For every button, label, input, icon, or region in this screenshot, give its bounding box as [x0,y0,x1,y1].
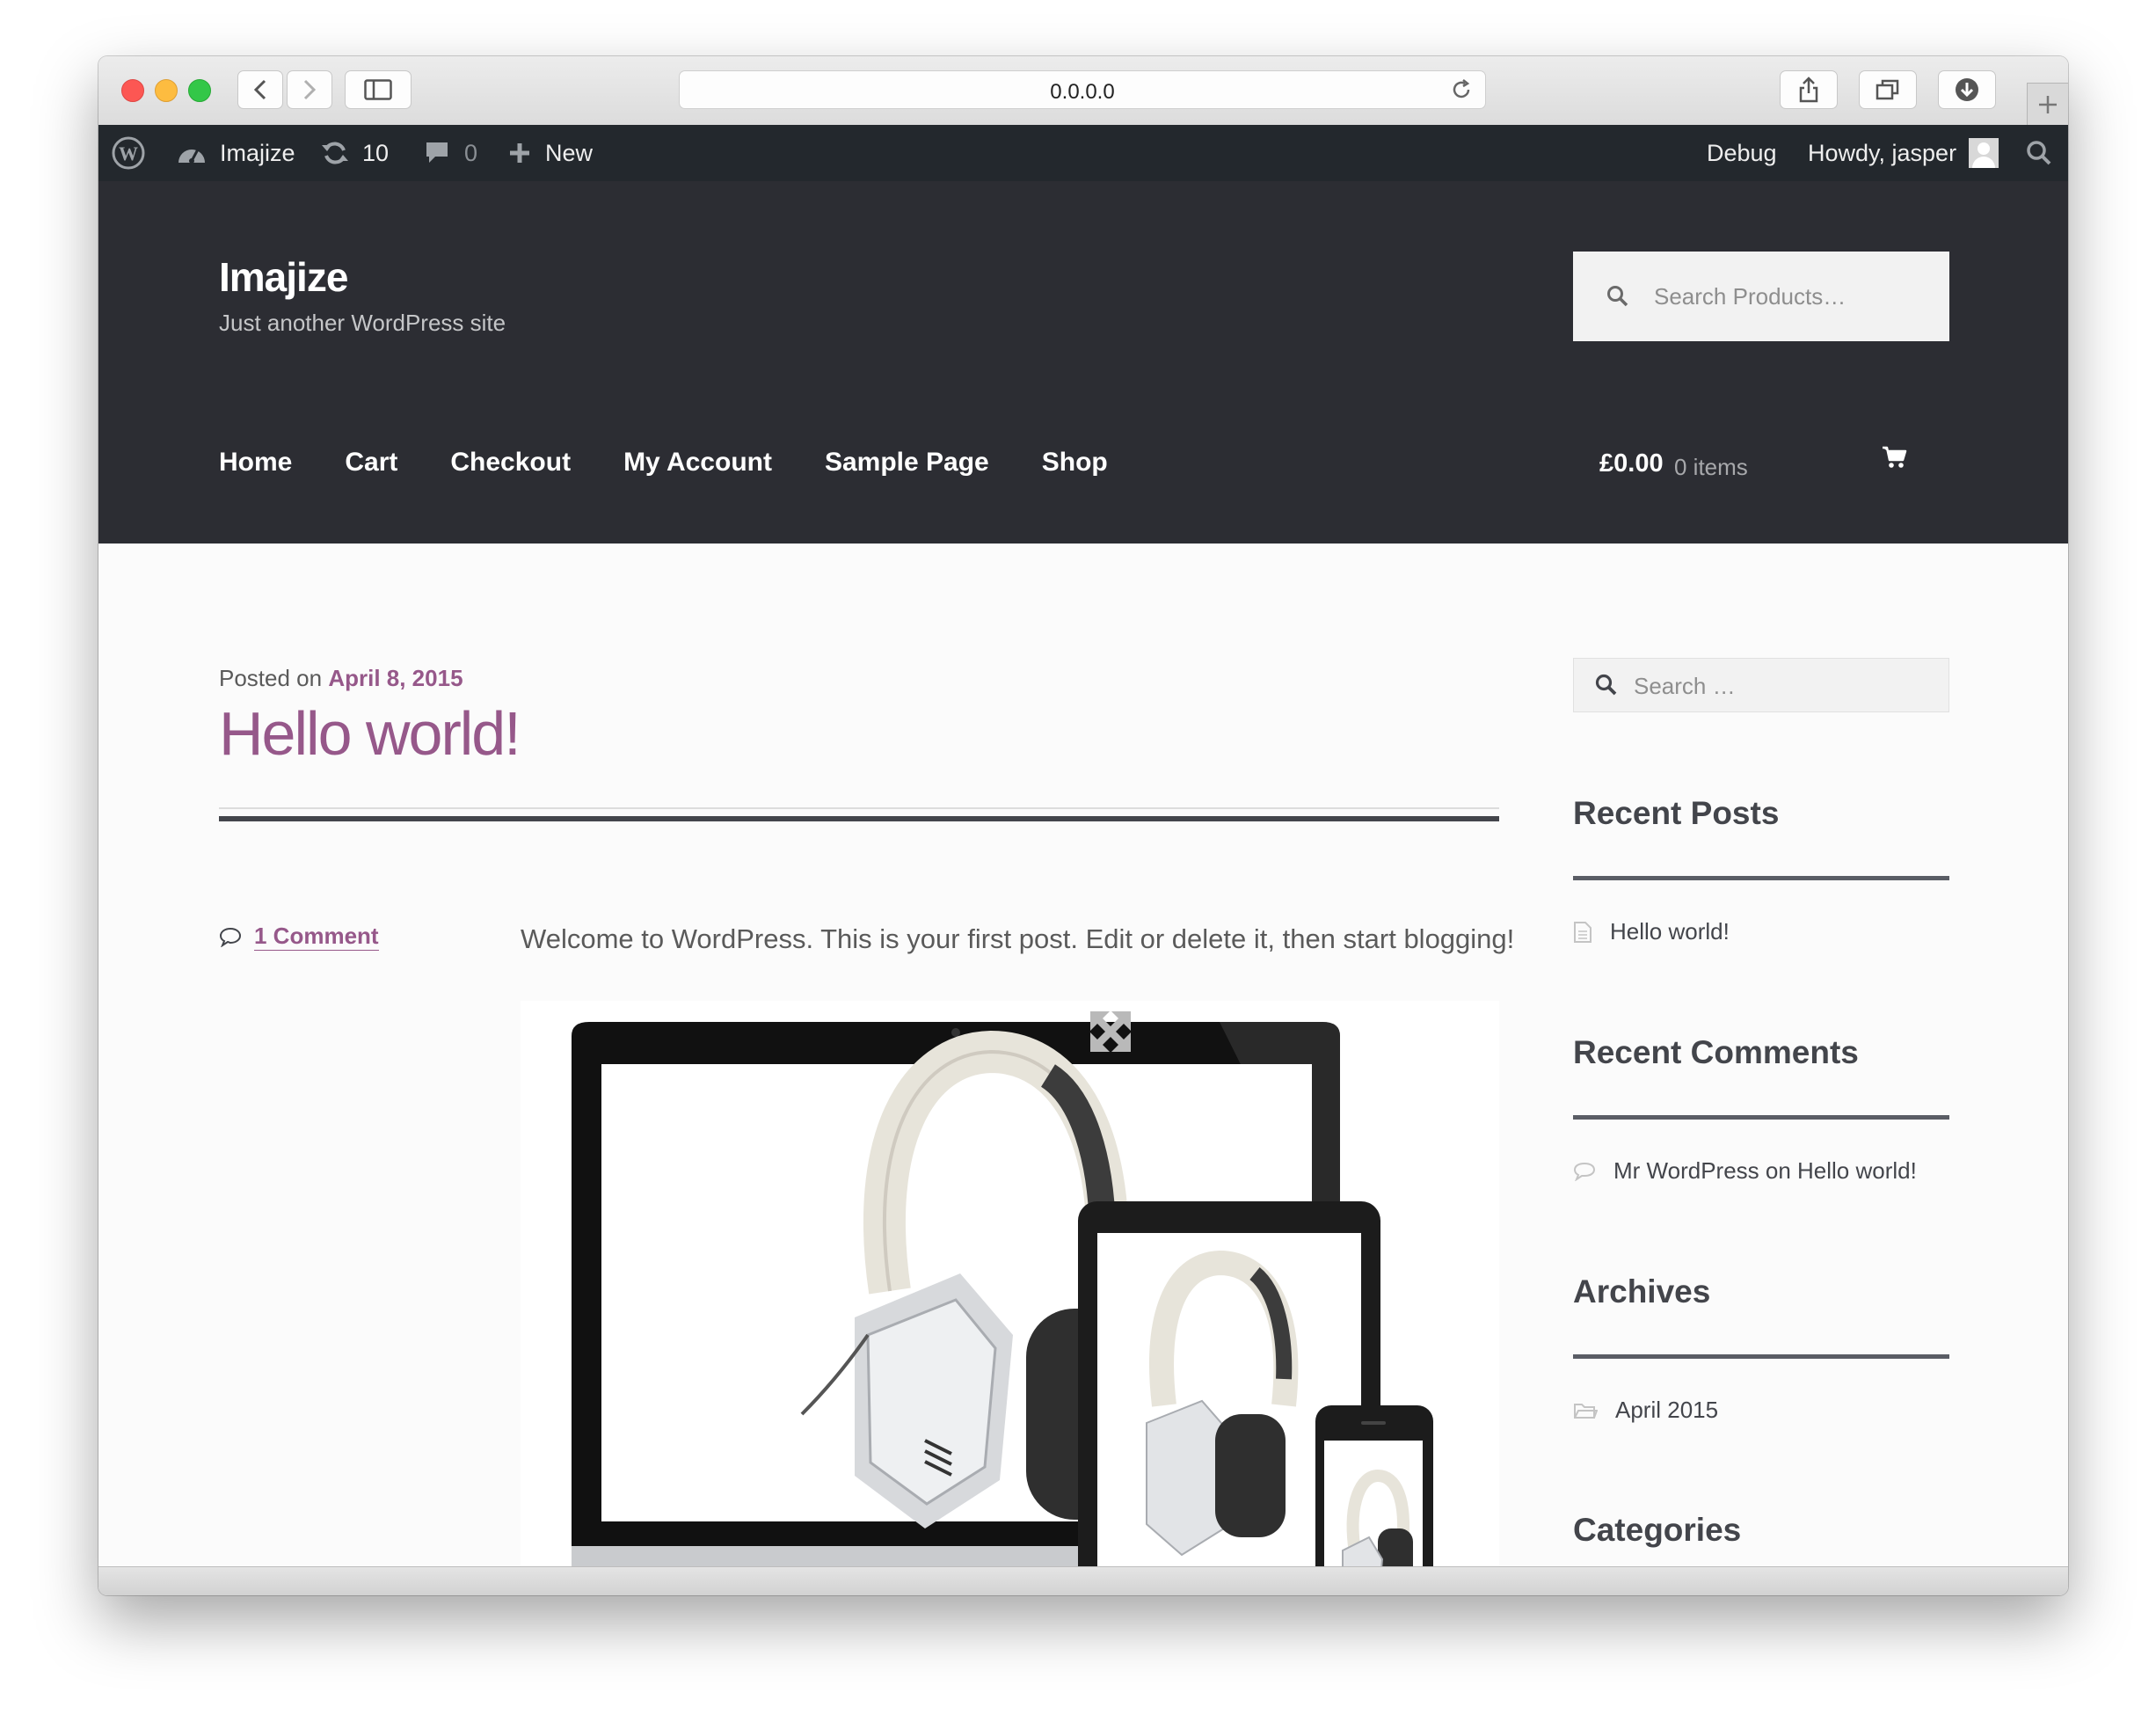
cart-icon[interactable] [1882,445,1908,474]
archives-title: Archives [1573,1273,1711,1310]
user-silhouette-icon [1972,142,1996,168]
categories-title: Categories [1573,1512,1742,1548]
nav-item-sample-page[interactable]: Sample Page [825,448,989,478]
admin-bar-updates[interactable]: 10 [320,125,389,181]
download-icon [1956,78,1978,101]
admin-bar-debug[interactable]: Debug [1707,125,1777,181]
avatar [1969,138,1999,168]
divider [219,816,1499,821]
sidebar-toggle-button[interactable] [345,70,412,109]
browser-toolbar: 0.0.0.0 [98,56,2068,126]
tabs-overview-button[interactable] [1859,70,1917,109]
forward-button[interactable] [287,70,332,109]
comments-count: 0 [464,139,478,166]
plus-icon [510,143,529,163]
post-body-text: Welcome to WordPress. This is your first… [521,923,1515,954]
search-icon [2027,141,2051,165]
admin-bar-my-account[interactable]: Howdy, jasper [1808,125,1999,181]
post-featured-image [521,1001,1499,1595]
recent-comment-link[interactable]: Mr WordPress on Hello world! [1613,1157,1917,1185]
recent-post-link[interactable]: Hello world! [1610,918,1730,945]
window-bottom-edge [98,1566,2068,1595]
new-tab-button[interactable] [2027,83,2068,126]
svg-text:W: W [119,142,138,164]
updates-icon [322,142,348,164]
divider [1573,1354,1949,1359]
posted-on-label: Posted on [219,665,323,691]
folder-icon [1573,1401,1598,1420]
archive-link[interactable]: April 2015 [1615,1397,1718,1424]
chevron-right-icon [303,79,317,100]
devices-mockup-image [572,1011,1433,1595]
browser-window: 0.0.0.0 W Imajize 10 0 New Debug Howdy, … [98,56,2068,1595]
comment-icon [1573,1162,1596,1181]
address-bar[interactable]: 0.0.0.0 [679,70,1486,109]
site-description: Just another WordPress site [219,310,506,336]
minimize-window-button[interactable] [155,79,178,102]
nav-item-my-account[interactable]: My Account [623,448,772,478]
wordpress-logo-icon: W [112,136,145,170]
product-search-box [1573,252,1949,341]
archive-item: April 2015 [1573,1397,1718,1424]
comment-bubble-icon [426,142,448,163]
admin-bar-search[interactable] [2026,125,2052,181]
recent-comments-title: Recent Comments [1573,1034,1859,1070]
dashboard-icon [178,149,205,164]
close-window-button[interactable] [121,79,144,102]
divider [1573,1115,1949,1120]
downloads-button[interactable] [1938,70,1996,109]
new-label: New [545,139,594,166]
sidebar-search-input[interactable] [1632,669,1934,703]
product-search-input[interactable] [1652,278,1937,315]
cart-total[interactable]: £0.00 [1599,449,1664,478]
divider [219,807,1499,809]
site-header: Imajize Just another WordPress site Home… [98,181,2068,544]
share-button[interactable] [1780,70,1838,109]
post-title[interactable]: Hello world! [219,698,521,769]
chevron-left-icon [253,79,266,100]
site-title[interactable]: Imajize [219,253,348,301]
admin-bar-site-name: Imajize [220,139,295,166]
wp-admin-bar: W Imajize 10 0 New Debug Howdy, jasper [98,125,2068,181]
post-date-link[interactable]: April 8, 2015 [328,665,463,691]
sidebar-search-box [1573,658,1949,712]
howdy-text: Howdy, jasper [1808,139,1957,166]
document-icon [1573,921,1592,944]
admin-bar-site-link[interactable]: Imajize [176,125,295,181]
recent-post-item: Hello world! [1573,918,1730,945]
updates-count: 10 [362,139,390,166]
post-comments-link: 1 Comment [219,923,379,951]
post-meta-date: Posted on April 8, 2015 [219,665,463,692]
sidebar-icon [364,79,392,100]
nav-item-checkout[interactable]: Checkout [450,448,571,478]
back-button[interactable] [237,70,283,109]
comments-count-link[interactable]: 1 Comment [254,923,379,951]
debug-label: Debug [1707,139,1777,166]
divider [1573,876,1949,880]
primary-navigation: Home Cart Checkout My Account Sample Pag… [219,448,1161,478]
recent-posts-title: Recent Posts [1573,795,1780,831]
wordpress-logo-button[interactable]: W [111,125,146,181]
search-icon [1607,286,1628,307]
admin-bar-comments[interactable]: 0 [424,125,477,181]
reload-icon[interactable] [1450,78,1473,106]
search-icon [1595,674,1617,696]
nav-item-cart[interactable]: Cart [345,448,397,478]
cart-count[interactable]: 0 items [1674,454,1748,481]
recent-comment-item: Mr WordPress on Hello world! [1573,1157,1917,1185]
url-text: 0.0.0.0 [1050,80,1115,104]
comment-icon [219,927,242,947]
zoom-window-button[interactable] [188,79,211,102]
admin-bar-new[interactable]: New [508,125,593,181]
nav-item-shop[interactable]: Shop [1042,448,1108,478]
plus-icon [2039,96,2057,113]
nav-item-home[interactable]: Home [219,448,292,478]
tabs-icon [1876,79,1899,100]
share-icon [1799,77,1818,103]
